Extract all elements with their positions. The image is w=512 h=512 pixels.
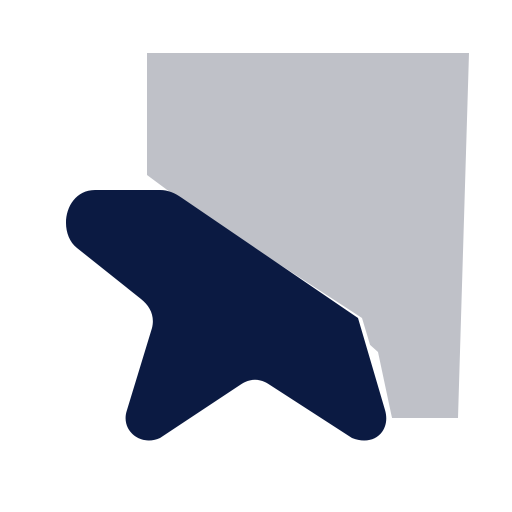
logo-canvas <box>0 0 512 512</box>
star-over-panel-logo-icon <box>63 53 469 443</box>
